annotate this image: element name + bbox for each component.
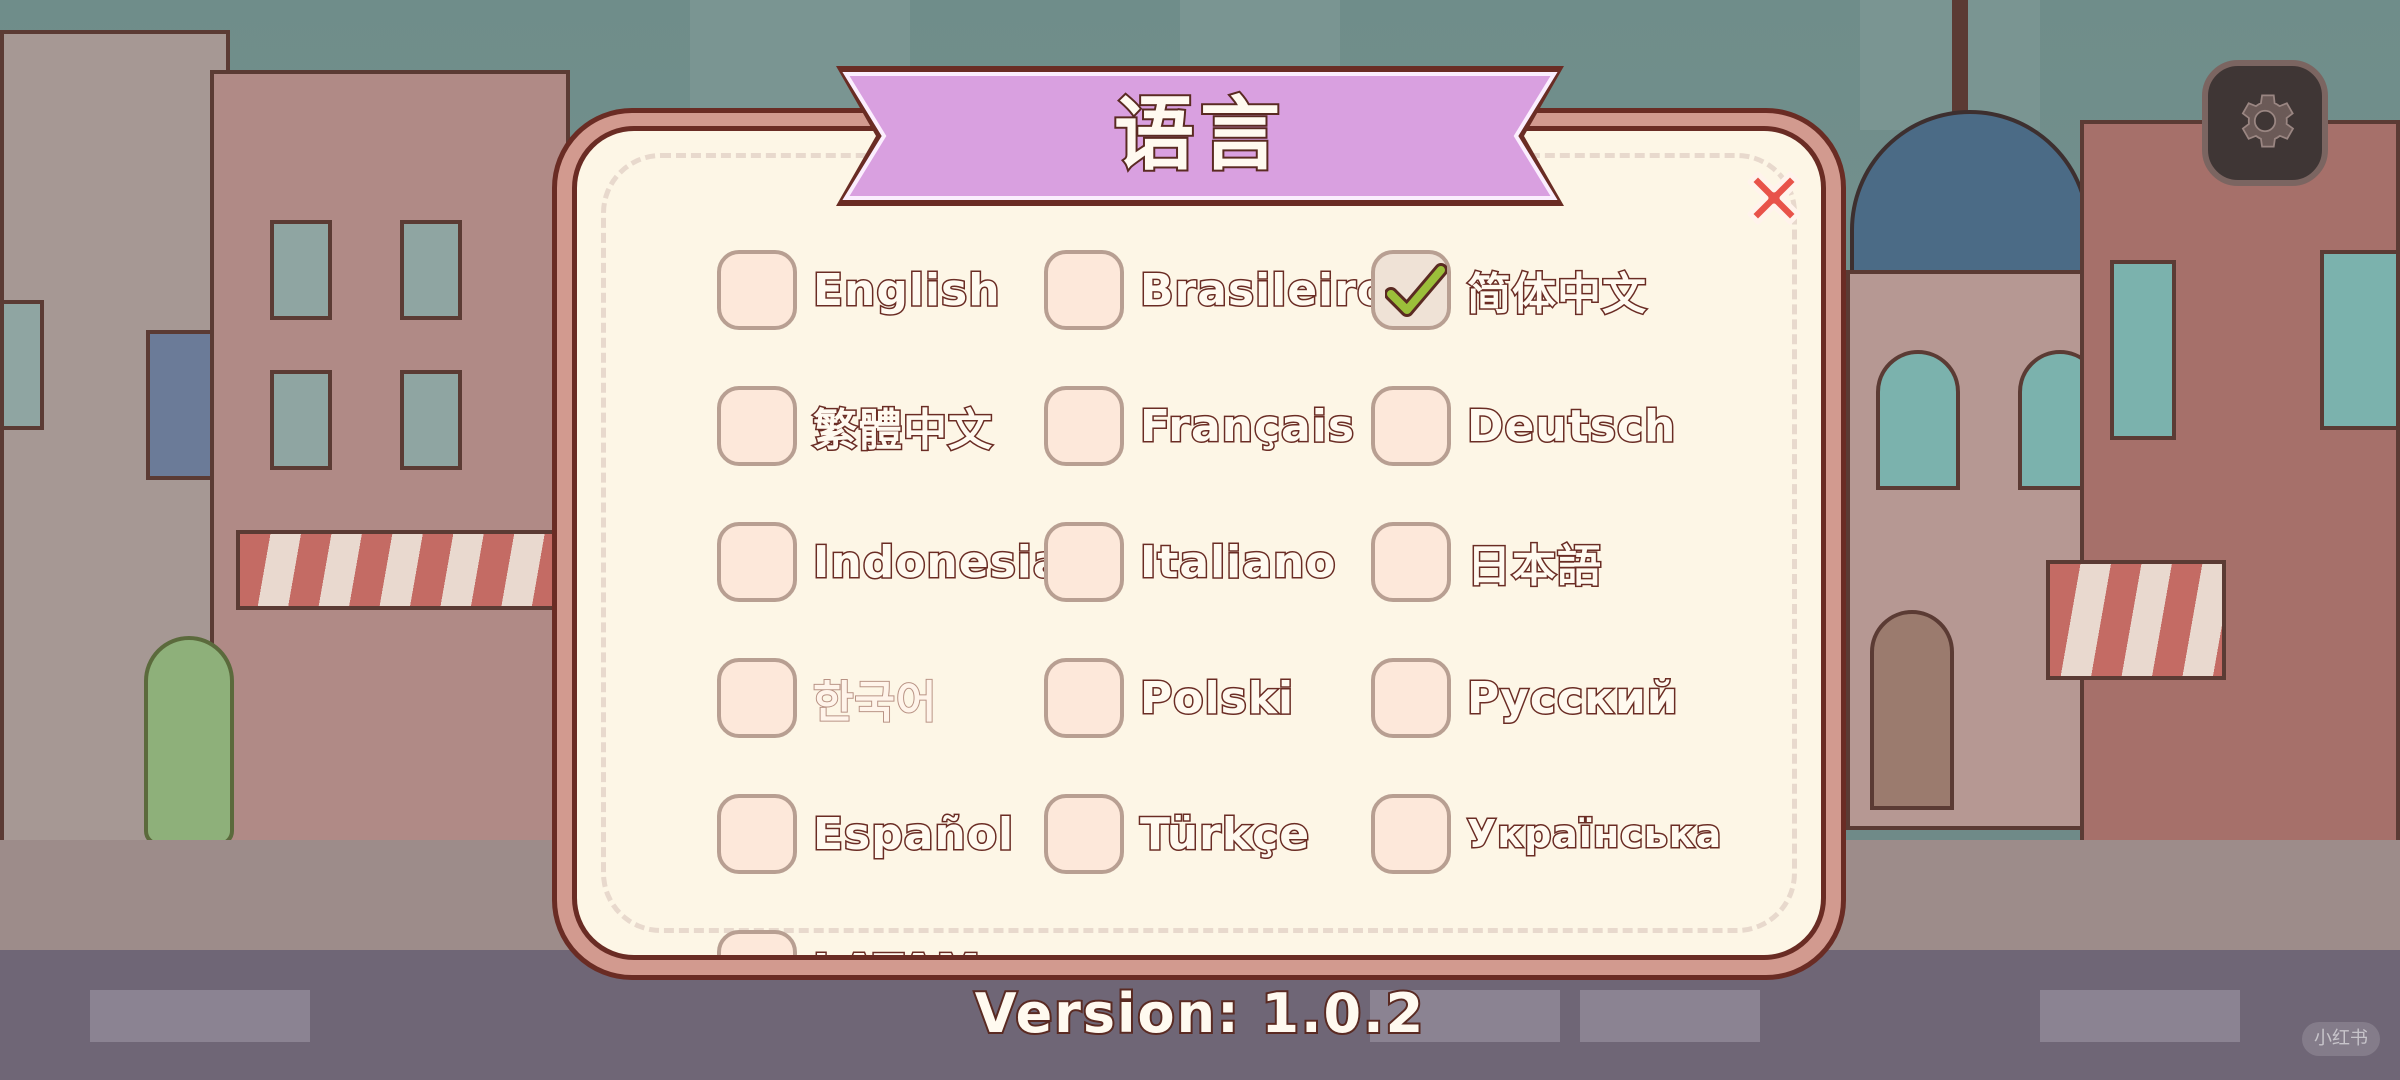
language-option[interactable]: Українська xyxy=(1371,793,1723,875)
gear-icon xyxy=(2230,86,2300,160)
language-label: 简体中文 xyxy=(1466,268,1648,322)
language-checkbox[interactable] xyxy=(1371,522,1451,602)
window xyxy=(1876,350,1960,490)
language-label: Türkçe xyxy=(1138,807,1311,861)
language-option[interactable]: Deutsch xyxy=(1371,385,1677,467)
language-checkbox[interactable] xyxy=(1044,522,1124,602)
language-label: Русский xyxy=(1466,671,1680,725)
language-option[interactable]: Indonesia xyxy=(717,521,1064,603)
language-option[interactable]: 简体中文 xyxy=(1371,249,1648,331)
settings-button[interactable] xyxy=(2202,60,2328,186)
language-checkbox[interactable] xyxy=(717,930,797,955)
language-label: Italiano xyxy=(1139,535,1338,589)
distant-building xyxy=(1860,0,2040,130)
language-label: Français xyxy=(1138,399,1356,453)
language-label: 繁體中文 xyxy=(812,404,994,458)
language-option[interactable]: Türkçe xyxy=(1044,793,1311,875)
language-checkbox[interactable] xyxy=(1044,250,1124,330)
language-checkbox[interactable] xyxy=(717,522,797,602)
language-checkbox[interactable] xyxy=(717,658,797,738)
language-label: Українська xyxy=(1465,811,1723,858)
language-label: LATAM xyxy=(811,943,981,955)
language-option[interactable]: 繁體中文 xyxy=(717,385,994,467)
language-checkbox[interactable] xyxy=(1371,794,1451,874)
language-label: Indonesia xyxy=(812,535,1065,589)
watermark: 小红书 xyxy=(2302,1022,2380,1056)
language-checkbox[interactable] xyxy=(717,386,797,466)
language-option[interactable]: 한국어 xyxy=(717,657,937,739)
shop-awning xyxy=(236,530,566,610)
language-option[interactable]: Italiano xyxy=(1044,521,1337,603)
shop-awning xyxy=(2046,560,2226,680)
language-checkbox[interactable] xyxy=(1371,386,1451,466)
window xyxy=(2320,250,2400,430)
door xyxy=(1870,610,1954,810)
title-banner: 语言 xyxy=(830,56,1570,216)
building-brick xyxy=(210,70,570,850)
language-checkbox[interactable] xyxy=(717,250,797,330)
window xyxy=(270,220,332,320)
language-checkbox[interactable] xyxy=(1044,386,1124,466)
window xyxy=(400,220,462,320)
close-icon xyxy=(1740,171,1808,236)
language-label: Brasileiro xyxy=(1138,263,1389,317)
window xyxy=(0,300,44,430)
window xyxy=(400,370,462,470)
language-label: 日本語 xyxy=(1466,540,1603,594)
language-option[interactable]: 日本語 xyxy=(1371,521,1603,603)
language-checkbox[interactable] xyxy=(717,794,797,874)
close-button[interactable] xyxy=(1740,164,1808,232)
language-option[interactable]: English xyxy=(717,249,1001,331)
language-checkbox[interactable] xyxy=(1044,794,1124,874)
language-checkbox[interactable] xyxy=(1371,250,1451,330)
language-option[interactable]: Русский xyxy=(1371,657,1679,739)
language-label: Deutsch xyxy=(1465,399,1677,453)
language-dialog: English Brasileiro 简体中文繁體中文 Français Deutsch… xyxy=(572,126,1826,960)
language-option[interactable]: Français xyxy=(1044,385,1356,467)
window xyxy=(2110,260,2176,440)
bush xyxy=(144,636,234,846)
language-checkbox[interactable] xyxy=(1371,658,1451,738)
language-option[interactable]: Brasileiro xyxy=(1044,249,1389,331)
dialog-title: 语言 xyxy=(1112,86,1286,183)
language-label: Polski xyxy=(1138,671,1295,725)
window xyxy=(270,370,332,470)
spire xyxy=(1952,0,1968,112)
version-label: Version: 1.0.2 xyxy=(973,980,1426,1047)
language-label: English xyxy=(812,263,1002,317)
building-corner xyxy=(2080,120,2400,850)
language-checkbox[interactable] xyxy=(1044,658,1124,738)
language-label: 한국어 xyxy=(812,676,938,729)
language-option[interactable]: LATAM xyxy=(717,929,982,955)
language-label: Español xyxy=(811,807,1015,861)
language-option[interactable]: Polski xyxy=(1044,657,1295,739)
language-option[interactable]: Español xyxy=(717,793,1015,875)
